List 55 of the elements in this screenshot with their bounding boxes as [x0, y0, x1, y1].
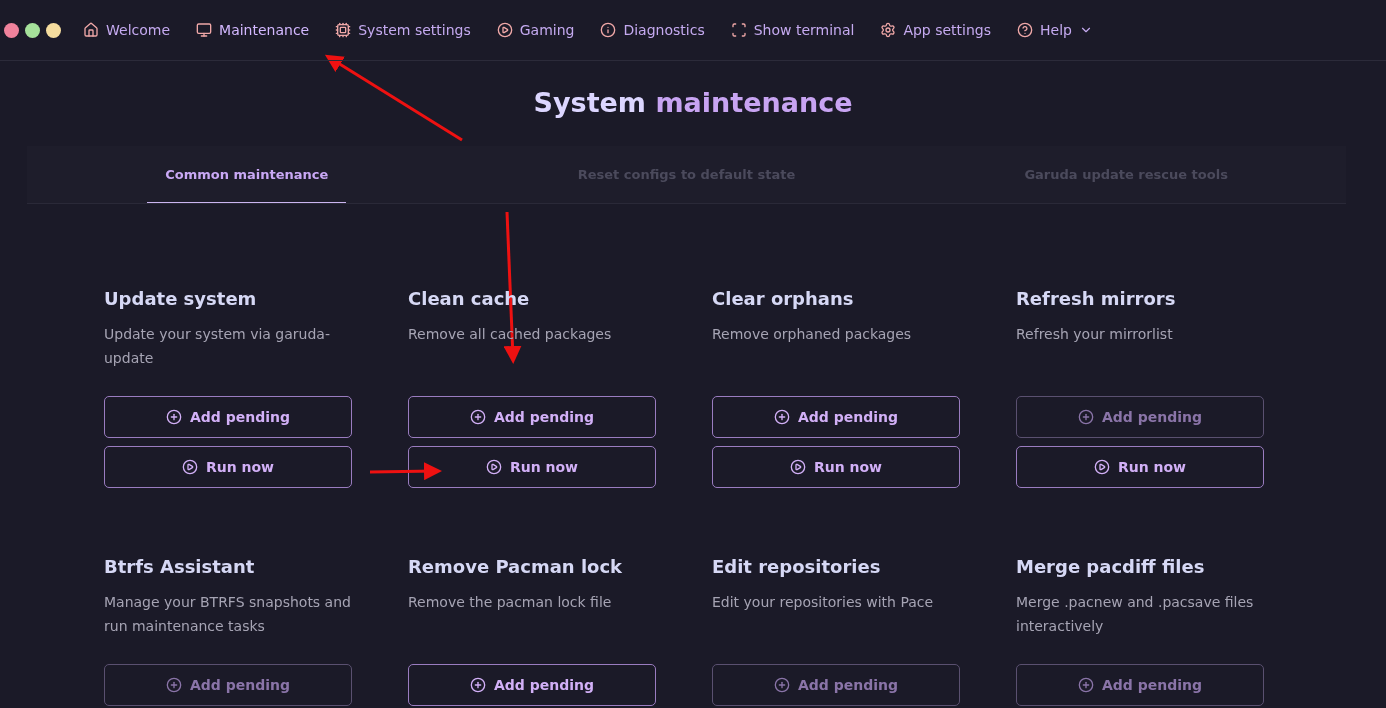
play-icon [496, 22, 513, 38]
card-description: Merge .pacnew and .pacsave files interactively [1016, 593, 1255, 636]
info-icon [600, 22, 617, 38]
plus-circle-icon [773, 677, 790, 693]
play-icon [485, 459, 502, 475]
add-pending-button[interactable]: Add pending [712, 396, 960, 438]
close-dot[interactable] [4, 22, 19, 38]
maximize-dot[interactable] [25, 22, 40, 38]
add-pending-button[interactable]: Add pending [408, 396, 656, 438]
add-pending-button[interactable]: Add pending [104, 396, 352, 438]
home-icon [83, 22, 99, 38]
plus-circle-icon [165, 409, 182, 425]
chip-icon [335, 22, 352, 38]
card-title: Remove Pacman lock [408, 556, 624, 579]
run-now-button[interactable]: Run now [408, 446, 656, 488]
card-description: Update your system via garuda-update [104, 325, 331, 368]
plus-circle-icon [165, 677, 182, 693]
add-pending-button[interactable]: Add pending [408, 664, 656, 706]
card-description: Edit your repositories with Pace [712, 593, 935, 612]
play-icon [789, 459, 806, 475]
card-title: Refresh mirrors [1016, 288, 1177, 311]
plus-circle-icon [469, 409, 486, 425]
tab[interactable]: Common maintenance [147, 146, 347, 203]
card-description: Remove orphaned packages [712, 325, 913, 344]
gear-icon [880, 22, 897, 38]
nav-link[interactable]: Welcome [83, 18, 171, 42]
card-title: Update system [104, 288, 258, 311]
plus-circle-icon [1077, 409, 1094, 425]
card-title: Merge pacdiff files [1016, 556, 1206, 579]
nav-link[interactable]: Maintenance [196, 18, 310, 42]
run-now-button[interactable]: Run now [104, 446, 352, 488]
help-icon [1017, 22, 1034, 38]
nav-link[interactable]: Diagnostics [600, 18, 705, 42]
play-icon [181, 459, 198, 475]
play-icon [1093, 459, 1110, 475]
nav-link[interactable]: Gaming [496, 18, 575, 42]
nav-link[interactable]: App settings [880, 18, 992, 42]
plus-circle-icon [1077, 677, 1094, 693]
plus-circle-icon [469, 677, 486, 693]
run-now-button[interactable]: Run now [1016, 446, 1264, 488]
card-title: Btrfs Assistant [104, 556, 256, 579]
nav-link[interactable]: Help [1017, 18, 1093, 42]
page-title: System maintenance [532, 87, 854, 118]
card-description: Manage your BTRFS snapshots and run maintenance tasks [104, 593, 352, 636]
plus-circle-icon [773, 409, 790, 425]
frame-icon [730, 22, 747, 38]
monitor-icon [196, 22, 213, 38]
run-now-button[interactable]: Run now [712, 446, 960, 488]
card-title: Edit repositories [712, 556, 882, 579]
card-description: Remove the pacman lock file [408, 593, 613, 612]
nav-link[interactable]: Show terminal [730, 18, 855, 42]
card-title: Clear orphans [712, 288, 855, 311]
minimize-dot[interactable] [46, 22, 61, 38]
card-description: Refresh your mirrorlist [1016, 325, 1174, 344]
nav-link[interactable]: System settings [335, 18, 471, 42]
